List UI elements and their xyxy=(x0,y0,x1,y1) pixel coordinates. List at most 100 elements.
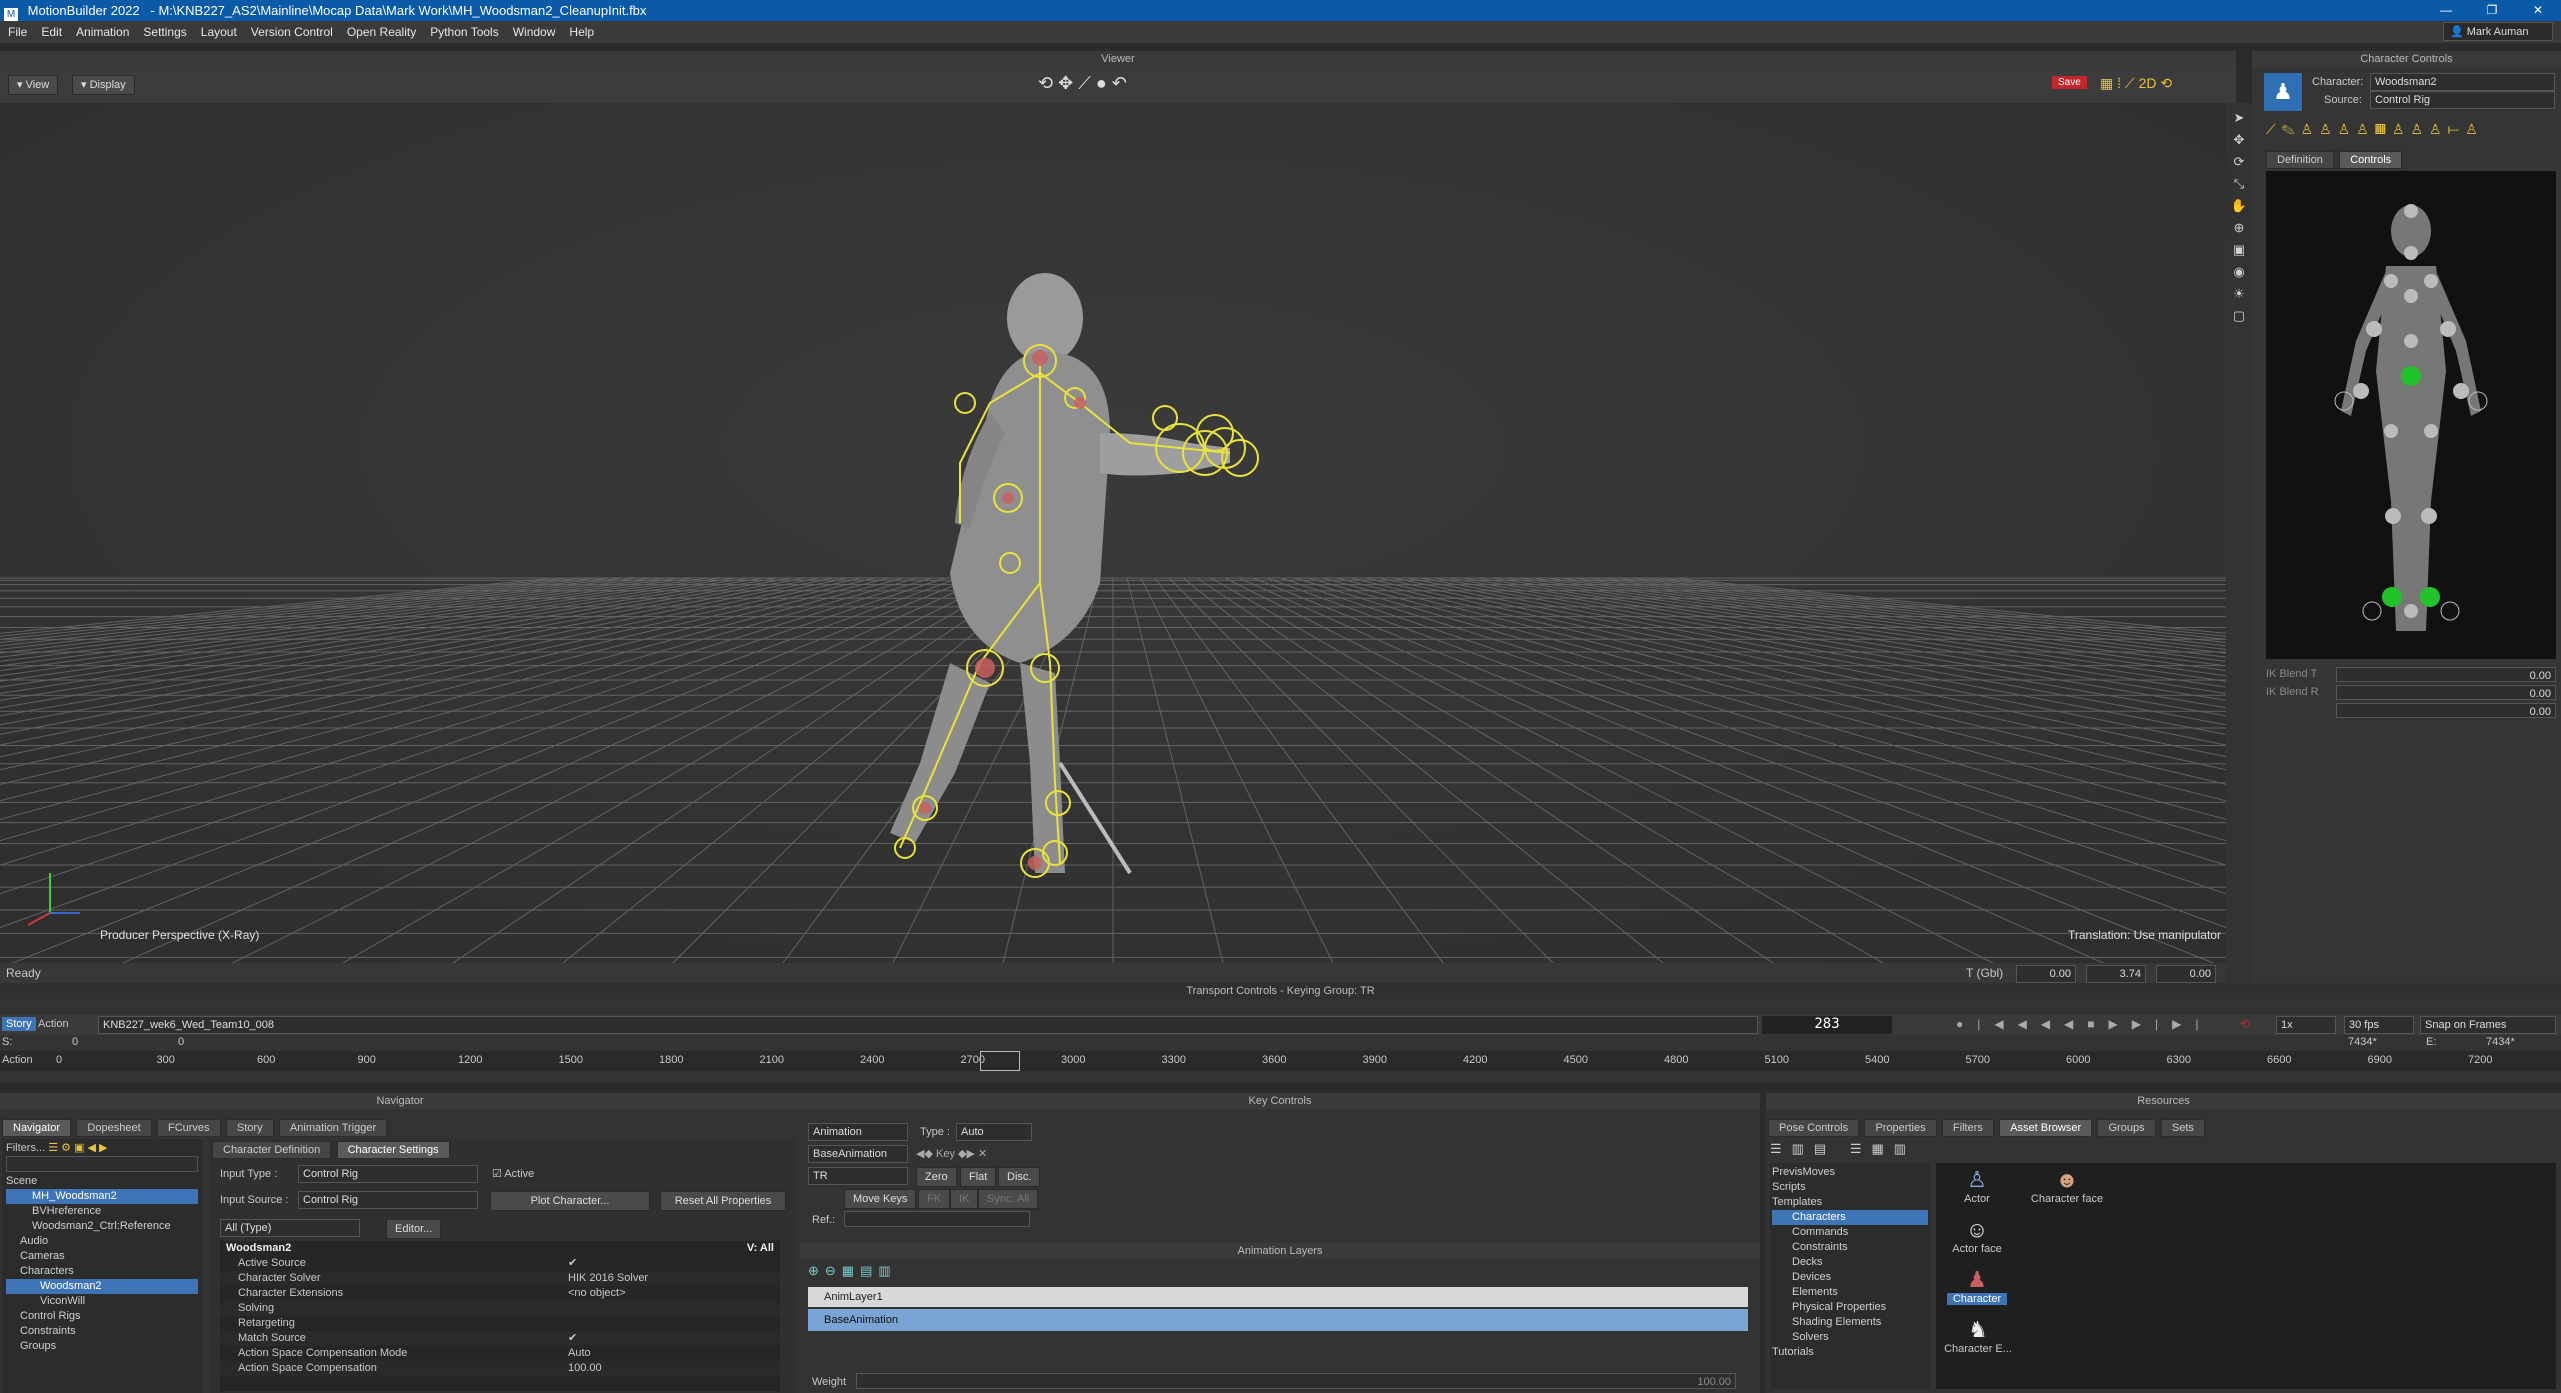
snap-select[interactable]: Snap on Frames xyxy=(2420,1016,2556,1034)
undo-view-icon[interactable]: ↶ xyxy=(1112,73,1127,93)
tab-controls[interactable]: Controls xyxy=(2339,151,2403,169)
property-group-header[interactable]: Woodsman2 xyxy=(226,1241,291,1256)
frame-tool-icon[interactable]: ▢ xyxy=(2226,305,2252,327)
tab-character-settings[interactable]: Character Settings xyxy=(336,1141,450,1159)
key-type-select[interactable]: Auto xyxy=(956,1123,1032,1141)
keying-group-select[interactable]: TR xyxy=(808,1167,908,1185)
tree-audio[interactable]: Audio xyxy=(6,1234,198,1249)
animation-mode-select[interactable]: Animation xyxy=(808,1123,908,1141)
tab-character-definition[interactable]: Character Definition xyxy=(212,1141,332,1159)
asset-character-extension[interactable]: ♞ Character E... xyxy=(1938,1317,2018,1355)
disc-button[interactable]: Disc. xyxy=(998,1167,1041,1187)
timeline[interactable]: Action 0 300 600 900 1200 1500 1800 2100 2400 270… xyxy=(0,1051,2561,1071)
flat-button[interactable]: Flat xyxy=(960,1167,997,1187)
timeline-cursor[interactable] xyxy=(980,1051,1020,1071)
delete-key-icon[interactable]: ✕ xyxy=(978,1148,987,1160)
tree-constraints[interactable]: Constraints xyxy=(1772,1240,1928,1255)
asset-character[interactable]: ♟ Character xyxy=(1942,1267,2012,1305)
menu-settings[interactable]: Settings xyxy=(143,25,186,39)
menu-file[interactable]: File xyxy=(8,25,27,39)
tab-filters[interactable]: Filters xyxy=(1941,1119,1994,1137)
property-row[interactable]: Active Source ✔ xyxy=(220,1256,780,1271)
tree-control-rigs[interactable]: Control Rigs xyxy=(6,1309,198,1324)
fps-select[interactable]: 30 fps xyxy=(2344,1016,2414,1034)
zoom-tool-icon[interactable]: ⊕ xyxy=(2226,217,2252,239)
property-value[interactable]: ✔ xyxy=(568,1331,577,1346)
key-button[interactable]: ◀◆ Key ◆▶ ✕ xyxy=(916,1147,987,1162)
character-figure-view[interactable] xyxy=(2266,171,2556,659)
tree-constraints[interactable]: Constraints xyxy=(6,1324,198,1339)
tree-mh-woodsman2[interactable]: MH_Woodsman2 xyxy=(6,1189,198,1204)
take-select[interactable]: KNB227_wek6_Wed_Team10_008 xyxy=(98,1016,1758,1034)
tree-physical-properties[interactable]: Physical Properties xyxy=(1772,1300,1928,1315)
property-value[interactable]: <no object> xyxy=(568,1286,626,1301)
menu-open-reality[interactable]: Open Reality xyxy=(347,25,416,39)
viewer-tool-icons[interactable]: ▦ ⁞ ⟋ 2D ⟲ xyxy=(2100,75,2172,92)
property-value[interactable]: HIK 2016 Solver xyxy=(568,1271,648,1286)
tab-groups[interactable]: Groups xyxy=(2097,1119,2156,1137)
sphere-tool-icon[interactable]: ◉ xyxy=(2226,261,2252,283)
rotate-tool-icon[interactable]: ⟲ xyxy=(1038,73,1053,93)
filter-icons[interactable]: ☰ ⚙ ▣ ◀ ▶ xyxy=(48,1142,107,1154)
property-value[interactable]: 100.00 xyxy=(568,1361,602,1376)
tree-scripts[interactable]: Scripts xyxy=(1772,1180,1928,1195)
property-view-filter[interactable]: V: All xyxy=(747,1241,774,1256)
tree-characters[interactable]: Characters xyxy=(6,1264,198,1279)
tree-ctrl-reference[interactable]: Woodsman2_Ctrl:Reference xyxy=(6,1219,198,1234)
reset-all-properties-button[interactable]: Reset All Properties xyxy=(660,1191,786,1211)
input-type-select[interactable]: Control Rig xyxy=(298,1165,478,1183)
ik-blend-r-field[interactable]: 0.00 xyxy=(2336,685,2556,700)
orbit-icon[interactable]: ● xyxy=(1096,73,1107,93)
t-z-field[interactable]: 0.00 xyxy=(2156,965,2216,983)
sync-all-button[interactable]: Sync. All xyxy=(978,1189,1039,1209)
rig-tool-icons[interactable]: ⟋✎♙♙♙♙▦♙♙♙⟝♙ xyxy=(2266,121,2484,138)
tree-viconwill[interactable]: ViconWill xyxy=(6,1294,198,1309)
tree-scene[interactable]: Scene xyxy=(6,1174,198,1189)
input-source-select[interactable]: Control Rig xyxy=(298,1191,478,1209)
scale-tool-icon[interactable]: ⟋ xyxy=(1078,73,1091,93)
tree-groups[interactable]: Groups xyxy=(6,1339,198,1354)
tree-solvers[interactable]: Solvers xyxy=(1772,1330,1928,1345)
tree-decks[interactable]: Decks xyxy=(1772,1255,1928,1270)
ik-blend-field-3[interactable]: 0.00 xyxy=(2336,703,2556,718)
tab-pose-controls[interactable]: Pose Controls xyxy=(1768,1119,1860,1137)
menu-edit[interactable]: Edit xyxy=(41,25,62,39)
tree-templates[interactable]: Templates xyxy=(1772,1195,1928,1210)
fk-button[interactable]: FK xyxy=(918,1189,951,1209)
tree-cameras[interactable]: Cameras xyxy=(6,1249,198,1264)
menu-version-control[interactable]: Version Control xyxy=(251,25,333,39)
tab-sets[interactable]: Sets xyxy=(2160,1119,2205,1137)
menu-help[interactable]: Help xyxy=(569,25,594,39)
save-button[interactable]: Save xyxy=(2052,76,2087,89)
asset-character-face[interactable]: ☻ Character face xyxy=(2022,1167,2112,1205)
start-frame[interactable]: 0 xyxy=(72,1036,78,1048)
zero-button[interactable]: Zero xyxy=(916,1167,957,1187)
menu-layout[interactable]: Layout xyxy=(201,25,237,39)
maximize-button[interactable]: ❐ xyxy=(2469,0,2515,21)
tab-dopesheet[interactable]: Dopesheet xyxy=(76,1119,152,1137)
minimize-button[interactable]: — xyxy=(2423,0,2469,21)
asset-actor-face[interactable]: ☺ Actor face xyxy=(1942,1217,2012,1255)
menu-animation[interactable]: Animation xyxy=(76,25,129,39)
tab-asset-browser[interactable]: Asset Browser xyxy=(1999,1119,2093,1137)
tree-commands[interactable]: Commands xyxy=(1772,1225,1928,1240)
move-tool-icon[interactable]: ✥ xyxy=(1058,73,1073,93)
tree-woodsman2[interactable]: Woodsman2 xyxy=(6,1279,198,1294)
property-value[interactable]: ✔ xyxy=(568,1256,577,1271)
tab-definition[interactable]: Definition xyxy=(2266,151,2334,169)
property-row[interactable]: Character Solver HIK 2016 Solver xyxy=(220,1271,780,1286)
property-row[interactable]: Action Space Compensation Mode Auto xyxy=(220,1346,780,1361)
source-select[interactable]: Control Rig xyxy=(2370,91,2555,109)
property-row[interactable]: Retargeting xyxy=(220,1316,780,1331)
layer-select[interactable]: BaseAnimation xyxy=(808,1145,908,1163)
tree-previsoves[interactable]: PrevisMoves xyxy=(1772,1165,1928,1180)
tree-bvhreference[interactable]: BVHreference xyxy=(6,1204,198,1219)
playback-buttons[interactable]: ●|◀◀◀◀■▶▶|▶| xyxy=(1956,1017,2212,1031)
character-select[interactable]: Woodsman2 xyxy=(2370,73,2555,91)
filters-button[interactable]: Filters... ☰ ⚙ ▣ ◀ ▶ xyxy=(2,1139,202,1156)
tree-characters[interactable]: Characters xyxy=(1772,1210,1928,1225)
plot-character-button[interactable]: Plot Character... xyxy=(490,1191,650,1211)
navigator-search-input[interactable] xyxy=(6,1156,198,1172)
loop-icon[interactable]: ⟲ xyxy=(2240,1017,2250,1031)
layer-row-baseanimation[interactable]: BaseAnimation xyxy=(808,1309,1748,1331)
